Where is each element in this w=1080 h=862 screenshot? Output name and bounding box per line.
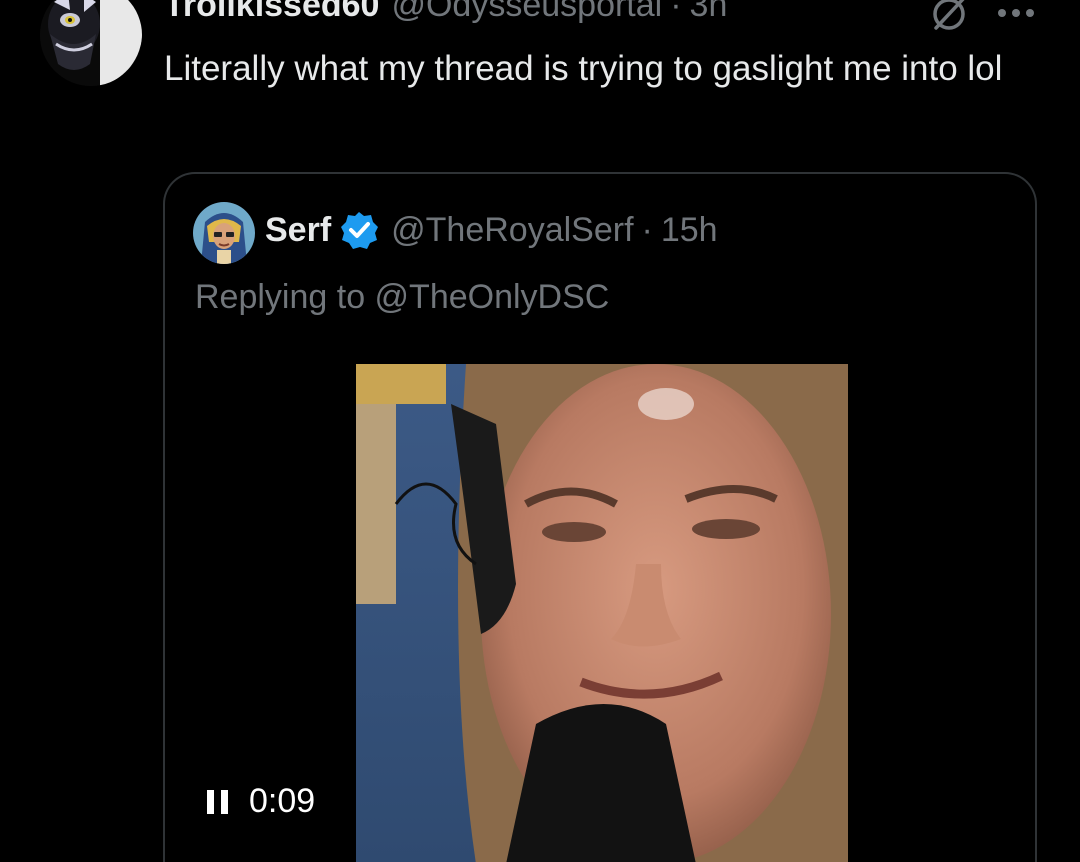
quoted-author-handle[interactable]: @TheRoyalSerf [391,211,633,250]
pause-icon[interactable] [205,788,231,816]
more-dots-icon[interactable] [996,8,1036,18]
quoted-author-name[interactable]: Serf [265,211,331,250]
tweet-text: Literally what my thread is trying to ga… [164,49,1003,88]
video-controls: 0:09 [205,782,315,821]
verified-badge-icon[interactable] [339,210,379,250]
masked-cat-avatar-icon [40,0,142,86]
replying-to-label[interactable]: Replying to @TheOnlyDSC [195,278,609,317]
video-elapsed-time: 0:09 [249,782,316,820]
video-frame [356,364,848,862]
quoted-author-avatar[interactable] [193,202,255,264]
video-player[interactable] [356,364,848,862]
pharaoh-avatar-icon [193,202,255,264]
tweet-author-name[interactable]: Trollkissed60 [164,0,379,25]
grok-slash-icon[interactable] [928,0,970,34]
quoted-header-separator: · [641,210,653,249]
tweet-author-handle[interactable]: @Odysseusportal [391,0,662,25]
quoted-tweet-timestamp[interactable]: 15h [661,211,718,250]
tweet-header: Trollkissed60 @Odysseusportal · 3h [164,0,727,30]
tweet-timestamp[interactable]: 3h [690,0,728,25]
header-separator: · [670,0,682,24]
quoted-tweet-card[interactable]: Serf @TheRoyalSerf · 15h Replying to @Th… [163,172,1037,862]
quoted-tweet-header: Serf @TheRoyalSerf · 15h [265,210,718,250]
tweet-author-avatar[interactable] [40,0,142,86]
